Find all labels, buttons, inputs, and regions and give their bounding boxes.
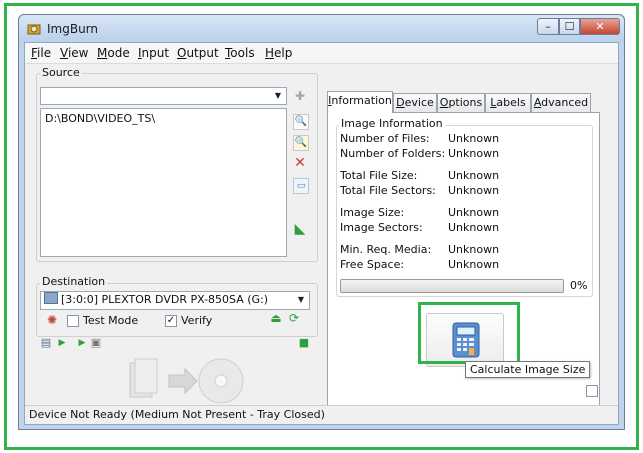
verify-label[interactable]: Verify xyxy=(181,314,212,327)
source-file-list[interactable]: D:\BOND\VIDEO_TS\ xyxy=(40,108,287,257)
log-icon[interactable]: ▤ xyxy=(39,336,53,350)
menu-input[interactable]: Input xyxy=(138,46,169,60)
info-label: Image Size: xyxy=(340,206,405,219)
menu-view[interactable]: View xyxy=(60,46,88,60)
info-value: Unknown xyxy=(448,221,500,234)
info-value: Unknown xyxy=(448,243,500,256)
menu-help[interactable]: Help xyxy=(265,46,292,60)
menu-mode[interactable]: Mode xyxy=(97,46,130,60)
progress-bar xyxy=(340,279,564,293)
maximize-button[interactable]: ☐ xyxy=(559,18,580,35)
progress-percent: 0% xyxy=(570,279,588,292)
tab-advanced[interactable]: Advanced xyxy=(531,93,591,113)
status-bar: Device Not Ready (Medium Not Present - T… xyxy=(25,405,618,424)
info-label: Min. Req. Media: xyxy=(340,243,432,256)
auto-calculate-checkbox[interactable] xyxy=(586,385,598,397)
info-value: Unknown xyxy=(448,169,500,182)
destination-drive-combo[interactable]: [3:0:0] PLEXTOR DVDR PX-850SA (G:) ▼ xyxy=(40,291,310,310)
info-value: Unknown xyxy=(448,184,500,197)
drive-icon xyxy=(44,292,58,304)
refresh-icon[interactable]: ⟳ xyxy=(287,311,301,325)
app-icon xyxy=(27,24,41,35)
info-value: Unknown xyxy=(448,132,500,145)
info-label: Image Sectors: xyxy=(340,221,423,234)
tab-labels[interactable]: Labels xyxy=(485,93,531,113)
calculate-highlight-box xyxy=(418,302,520,364)
info-label: Total File Sectors: xyxy=(340,184,436,197)
play-icon[interactable]: ▶ xyxy=(55,336,69,350)
remove-icon[interactable]: ✕ xyxy=(293,156,307,170)
info-label: Number of Files: xyxy=(340,132,430,145)
source-combo[interactable]: ▼ xyxy=(40,87,287,105)
settings-icon[interactable]: ✺ xyxy=(45,313,59,327)
menu-file[interactable]: File xyxy=(31,46,51,60)
tab-information[interactable]: Information xyxy=(327,91,393,113)
add-icon[interactable]: ✚ xyxy=(293,89,307,103)
browse-folder-icon[interactable]: 🔍 xyxy=(293,114,309,130)
calculate-tooltip: Calculate Image Size xyxy=(465,361,591,378)
play-icon[interactable]: ▶ xyxy=(75,336,89,350)
info-label: Total File Size: xyxy=(340,169,418,182)
menu-output[interactable]: Output xyxy=(177,46,219,60)
status-text: Device Not Ready (Medium Not Present - T… xyxy=(29,408,325,421)
destination-label: Destination xyxy=(40,275,108,288)
window-title: ImgBurn xyxy=(47,22,99,36)
browse-file-icon[interactable]: 🔍 xyxy=(293,135,309,151)
close-button[interactable]: ✕ xyxy=(580,18,620,35)
test-mode-checkbox[interactable] xyxy=(67,315,79,327)
menu-bar: File View Mode Input Output Tools Help xyxy=(25,43,618,64)
green-arrow-icon[interactable]: ◣ xyxy=(293,222,307,236)
info-value: Unknown xyxy=(448,147,500,160)
eject-icon[interactable]: ⏏ xyxy=(269,311,283,325)
menu-tools[interactable]: Tools xyxy=(225,46,255,60)
minimize-button[interactable]: – xyxy=(537,18,559,35)
test-mode-label[interactable]: Test Mode xyxy=(83,314,138,327)
image-information-label: Image Information xyxy=(339,117,445,130)
clear-list-icon[interactable]: ▭ xyxy=(293,178,309,194)
chevron-down-icon[interactable]: ▼ xyxy=(270,88,286,104)
title-bar[interactable]: ImgBurn – ☐ ✕ xyxy=(19,15,624,43)
destination-drive-value: [3:0:0] PLEXTOR DVDR PX-850SA (G:) xyxy=(61,293,269,306)
info-label: Number of Folders: xyxy=(340,147,446,160)
queue-icon[interactable]: ▣ xyxy=(89,336,103,350)
chevron-down-icon[interactable]: ▼ xyxy=(293,292,309,308)
build-button[interactable] xyxy=(125,351,245,411)
info-label: Free Space: xyxy=(340,258,405,271)
tab-device[interactable]: Device xyxy=(393,93,437,113)
verify-checkbox[interactable]: ✓ xyxy=(165,315,177,327)
info-value: Unknown xyxy=(448,206,500,219)
tab-options[interactable]: Options xyxy=(437,93,485,113)
list-item[interactable]: D:\BOND\VIDEO_TS\ xyxy=(45,112,282,125)
terminal-icon[interactable]: ■ xyxy=(297,336,311,350)
info-value: Unknown xyxy=(448,258,500,271)
source-label: Source xyxy=(40,66,82,79)
